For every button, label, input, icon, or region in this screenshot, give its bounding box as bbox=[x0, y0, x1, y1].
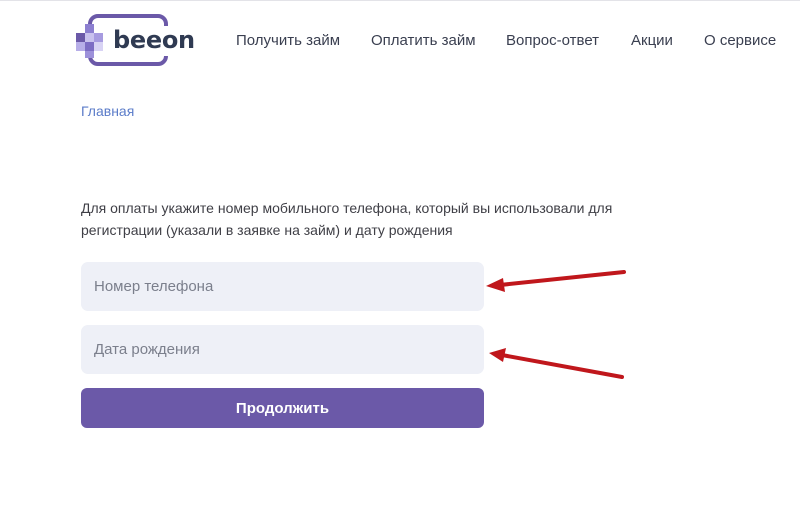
birthdate-input[interactable] bbox=[81, 325, 484, 374]
red-arrow-annotation-phone bbox=[486, 270, 626, 292]
nav-item-promotions[interactable]: Акции bbox=[631, 32, 673, 49]
logo-text: beeon bbox=[113, 26, 195, 54]
nav-item-about[interactable]: О сервисе bbox=[704, 32, 776, 49]
nav-item-get-loan[interactable]: Получить займ bbox=[236, 32, 340, 49]
header-top-border bbox=[0, 0, 800, 1]
payment-instruction: Для оплаты укажите номер мобильного теле… bbox=[81, 200, 613, 238]
beeon-logo-icon bbox=[76, 24, 103, 58]
breadcrumb-home[interactable]: Главная bbox=[81, 103, 134, 119]
beeon-logo[interactable]: beeon bbox=[76, 12, 195, 68]
site-header: beeon Получить займ Оплатить займ Вопрос… bbox=[0, 0, 800, 82]
nav-item-faq[interactable]: Вопрос-ответ bbox=[506, 32, 599, 49]
continue-button[interactable]: Продолжить bbox=[81, 388, 484, 428]
red-arrow-annotation-birthdate bbox=[489, 348, 624, 379]
nav-item-pay-loan[interactable]: Оплатить займ bbox=[371, 32, 476, 49]
phone-input[interactable] bbox=[81, 262, 484, 311]
